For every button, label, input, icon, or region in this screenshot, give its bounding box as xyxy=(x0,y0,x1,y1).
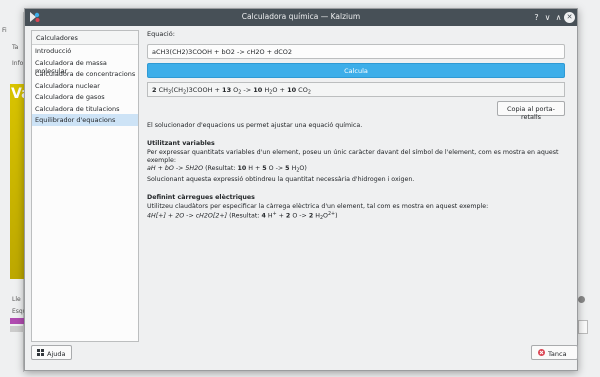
help-variables-example: aH + bO -> 5H2O xyxy=(147,165,204,173)
help-variables-title: Utilitzant variables xyxy=(147,140,215,148)
calculator-item-molecular-mass[interactable]: Calculadora de massa molecular xyxy=(32,57,138,75)
help-button-label: Ajuda xyxy=(47,350,66,358)
calculator-item-titration[interactable]: Calculadora de titulacions xyxy=(32,103,138,115)
equation-input[interactable]: aCH3(CH2)3COOH + bO2 -> cH2O + dCO2 xyxy=(147,44,565,59)
calculate-button[interactable]: Calcula xyxy=(147,63,565,78)
background-right-icon xyxy=(578,296,585,303)
close-icon xyxy=(538,349,545,356)
copy-to-clipboard-button[interactable]: Copia al porta-retalls xyxy=(497,101,565,121)
window-title: Calculadora química — Kalzium xyxy=(241,12,361,21)
help-intro: El solucionador d'equacions us permet aj… xyxy=(147,122,363,129)
help-charges-example: 4H[+] + 2O -> cH2O[2+] xyxy=(147,212,228,220)
help-text: El solucionador d'equacions us permet aj… xyxy=(147,122,567,233)
calculator-list-header: Calculadores xyxy=(32,31,138,45)
background-right-field xyxy=(578,320,588,334)
calculator-item-gas[interactable]: Calculadora de gasos xyxy=(32,91,138,103)
help-icon xyxy=(37,349,44,356)
equation-label: Equació: xyxy=(147,30,175,38)
background-lle-fragment: Lle xyxy=(12,296,21,303)
title-bar[interactable]: Calculadora química — Kalzium ? ∨ ∧ ✕ xyxy=(25,9,577,26)
calculator-item-introduction[interactable]: Introducció xyxy=(32,45,138,57)
calculator-item-equation-balancer[interactable]: Equilibrador d'equacions xyxy=(32,114,138,126)
calculator-item-concentration[interactable]: Calculadora de concentracions xyxy=(32,68,138,80)
calculator-list: Calculadores Introducció Calculadora de … xyxy=(31,30,139,342)
equation-balancer-panel: Equació: aCH3(CH2)3COOH + bO2 -> cH2O + … xyxy=(147,30,573,342)
background-element-tile xyxy=(10,84,24,279)
help-variables-section: Utilitzant variables Per expressar quant… xyxy=(147,140,559,183)
close-button[interactable]: Tanca xyxy=(531,345,578,360)
result-display: 2 CH3(CH2)3COOH + 13 O2 -> 10 H2O + 10 C… xyxy=(147,82,565,97)
help-window-button[interactable]: ? xyxy=(531,12,542,23)
background-menu-fragment: Fi xyxy=(2,27,7,34)
close-button-label: Tanca xyxy=(548,350,567,358)
minimize-button[interactable]: ∨ xyxy=(542,12,553,23)
background-info-fragment: Info xyxy=(12,60,24,67)
background-tab-fragment: Ta xyxy=(12,44,19,51)
help-button[interactable]: Ajuda xyxy=(31,345,72,360)
help-charges-title: Definint càrregues elèctriques xyxy=(147,194,255,202)
chemical-calculator-dialog: Calculadora química — Kalzium ? ∨ ∧ ✕ Ca… xyxy=(24,8,578,371)
help-charges-section: Definint càrregues elèctriques Utilitzeu… xyxy=(147,194,489,221)
maximize-button[interactable]: ∧ xyxy=(553,12,564,23)
close-window-button[interactable]: ✕ xyxy=(564,12,575,23)
calculator-item-nuclear[interactable]: Calculadora nuclear xyxy=(32,80,138,92)
